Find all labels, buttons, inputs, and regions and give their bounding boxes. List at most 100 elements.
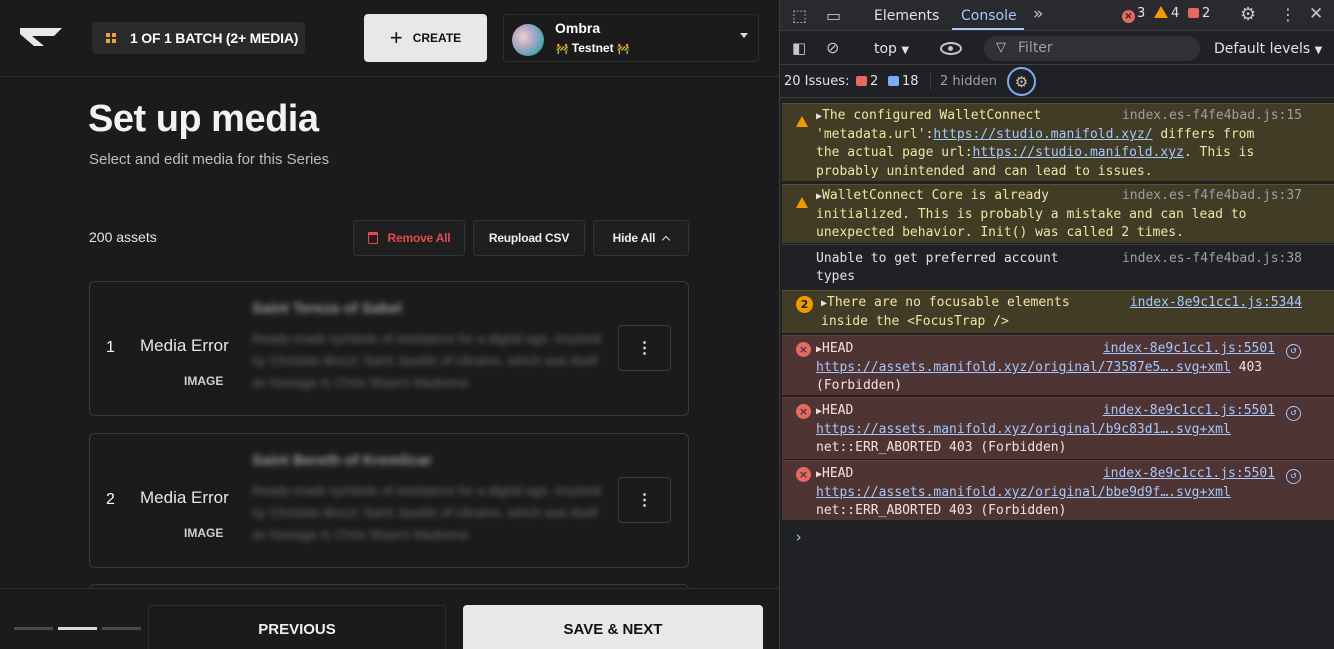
devtools-tab-bar: ⬚ ▭ Elements Console » × 3 4 2 ⚙ ⋮ ✕ xyxy=(780,0,1334,31)
repeat-count-badge: 2 xyxy=(796,296,813,314)
error-count-badge[interactable]: × 3 xyxy=(1122,6,1145,23)
issue-icon xyxy=(1188,8,1199,18)
save-next-button[interactable]: SAVE & NEXT xyxy=(463,605,763,649)
create-button[interactable]: + CREATE xyxy=(364,14,487,62)
tab-elements[interactable]: Elements xyxy=(874,8,939,24)
message-link[interactable]: https://studio.manifold.xyz/ xyxy=(933,127,1152,142)
log-levels-dropdown[interactable]: Default levels ▼ xyxy=(1214,41,1322,57)
network-request-icon[interactable]: ↺ xyxy=(1286,406,1301,421)
construction-icon: 🚧 xyxy=(616,44,630,55)
more-tabs-icon[interactable]: » xyxy=(1033,4,1043,24)
issues-label: 20 Issues: xyxy=(784,74,850,89)
issues-info-link[interactable]: 18 xyxy=(888,74,919,89)
console-message-info: Unable to get preferred account types in… xyxy=(782,244,1334,288)
reupload-csv-button[interactable]: Reupload CSV xyxy=(473,220,585,256)
status-text: net::ERR_ABORTED 403 (Forbidden) xyxy=(816,503,1067,519)
issues-count-badge[interactable]: 2 xyxy=(1188,6,1210,21)
message-source[interactable]: index-8e9c1cc1.js:5344 xyxy=(1130,294,1302,312)
filter-icon: ▽ xyxy=(996,40,1006,55)
hidden-issues-count: 2 hidden xyxy=(940,74,997,89)
remove-all-button[interactable]: Remove All xyxy=(353,220,465,256)
message-link[interactable]: https://assets.manifold.xyz/original/bbe… xyxy=(816,485,1231,500)
page-subtitle: Select and edit media for this Series xyxy=(89,151,330,168)
message-link[interactable]: https://assets.manifold.xyz/original/b9c… xyxy=(816,422,1231,437)
trash-icon xyxy=(367,232,378,244)
reupload-csv-label: Reupload CSV xyxy=(488,231,570,245)
hide-all-button[interactable]: Hide All xyxy=(593,220,689,256)
message-link[interactable]: https://studio.manifold.xyz xyxy=(973,145,1184,160)
plus-icon: + xyxy=(389,25,403,50)
console-settings-button[interactable]: ⚙ xyxy=(1007,67,1036,96)
console-message-error: × ▶HEAD https://assets.manifold.xyz/orig… xyxy=(782,335,1334,395)
settings-gear-icon: ⚙ xyxy=(1014,72,1029,91)
issues-error-link[interactable]: 2 xyxy=(856,74,878,89)
remove-all-label: Remove All xyxy=(387,231,451,245)
message-source[interactable]: index.es-f4fe4bad.js:38 xyxy=(1122,250,1302,268)
more-options-icon[interactable]: ⋮ xyxy=(1280,5,1296,24)
repeat-count: 2 xyxy=(796,296,813,313)
issue-count: 2 xyxy=(1202,6,1211,21)
settings-gear-icon[interactable]: ⚙ xyxy=(1240,4,1256,25)
close-icon[interactable]: ✕ xyxy=(1309,4,1323,24)
batch-label: 1 OF 1 BATCH (2+ MEDIA) xyxy=(130,30,299,46)
warning-count-badge[interactable]: 4 xyxy=(1154,6,1179,21)
account-name: Ombra xyxy=(555,20,601,36)
message-source[interactable]: index-8e9c1cc1.js:5501 xyxy=(1103,465,1275,483)
tab-console[interactable]: Console xyxy=(961,8,1017,24)
message-source[interactable]: index.es-f4fe4bad.js:15 xyxy=(1122,107,1302,125)
previous-button[interactable]: PREVIOUS xyxy=(148,605,446,649)
message-source[interactable]: index.es-f4fe4bad.js:37 xyxy=(1122,187,1302,205)
levels-label: Default levels xyxy=(1214,41,1311,57)
media-card[interactable]: 2 Media Error IMAGE Saint Bereth of Krem… xyxy=(89,433,689,568)
hide-all-label: Hide All xyxy=(612,231,656,245)
devtools-panel: ⬚ ▭ Elements Console » × 3 4 2 ⚙ ⋮ ✕ ◧ ⊘ … xyxy=(779,0,1334,649)
manifold-logo-icon[interactable] xyxy=(18,26,66,48)
network-request-icon[interactable]: ↺ xyxy=(1286,344,1301,359)
more-options-button[interactable]: ⋮ xyxy=(618,477,671,523)
more-options-button[interactable]: ⋮ xyxy=(618,325,671,371)
media-description: Ready-made symbols of resistance for a d… xyxy=(252,331,602,390)
error-icon: × xyxy=(796,341,811,359)
live-expression-eye-icon[interactable] xyxy=(940,42,962,55)
media-type: IMAGE xyxy=(184,526,224,540)
warning-icon xyxy=(1154,6,1168,18)
console-prompt-input[interactable]: › xyxy=(794,528,803,546)
kebab-menu-icon: ⋮ xyxy=(636,340,653,357)
issue-error-icon xyxy=(856,76,867,86)
media-status: Media Error xyxy=(140,336,229,355)
filter-placeholder: Filter xyxy=(1018,40,1053,56)
assets-count: 200 assets xyxy=(89,229,157,245)
console-filter-input[interactable]: ▽ Filter xyxy=(984,36,1200,61)
media-title: Saint Bereth of Kremlicar xyxy=(252,452,433,469)
message-source[interactable]: index-8e9c1cc1.js:5501 xyxy=(1103,340,1275,358)
console-message-error: × ▶HEAD https://assets.manifold.xyz/orig… xyxy=(782,397,1334,459)
console-message-warning: 2 ▶There are no focusable elements insid… xyxy=(782,290,1334,333)
error-icon: × xyxy=(1122,10,1135,23)
media-index: 1 xyxy=(106,339,115,356)
kebab-menu-icon: ⋮ xyxy=(636,492,653,509)
issues-error-count: 2 xyxy=(870,74,879,89)
warning-icon xyxy=(796,195,811,213)
context-selector[interactable]: top ▼ xyxy=(874,41,909,57)
network-request-icon[interactable]: ↺ xyxy=(1286,469,1301,484)
message-link[interactable]: https://assets.manifold.xyz/original/735… xyxy=(816,360,1231,375)
console-toolbar: ◧ ⊘ top ▼ ▽ Filter Default levels ▼ xyxy=(780,32,1334,65)
network-label: 🚧 Testnet 🚧 xyxy=(556,41,629,55)
account-switcher[interactable]: Ombra 🚧 Testnet 🚧 xyxy=(503,14,759,62)
prompt-chevron-icon: › xyxy=(794,528,804,546)
sidebar-toggle-icon[interactable]: ◧ xyxy=(792,39,806,57)
chevron-down-icon xyxy=(740,33,748,38)
http-method: HEAD xyxy=(822,341,854,356)
console-message-warning: ▶The configured WalletConnect 'metadata.… xyxy=(782,103,1334,181)
batch-selector[interactable]: 1 OF 1 BATCH (2+ MEDIA) xyxy=(92,22,305,54)
step-progress xyxy=(14,627,141,630)
inspect-element-icon[interactable]: ⬚ xyxy=(792,6,807,25)
message-source[interactable]: index-8e9c1cc1.js:5501 xyxy=(1103,402,1275,420)
media-card[interactable]: 1 Media Error IMAGE Saint Tereza of Sabe… xyxy=(89,281,689,416)
media-status: Media Error xyxy=(140,488,229,507)
caret-down-icon: ▼ xyxy=(901,45,910,56)
clear-console-icon[interactable]: ⊘ xyxy=(826,38,839,57)
page-title: Set up media xyxy=(88,98,319,140)
step-indicator-active xyxy=(58,627,97,630)
device-toolbar-icon[interactable]: ▭ xyxy=(826,6,841,25)
